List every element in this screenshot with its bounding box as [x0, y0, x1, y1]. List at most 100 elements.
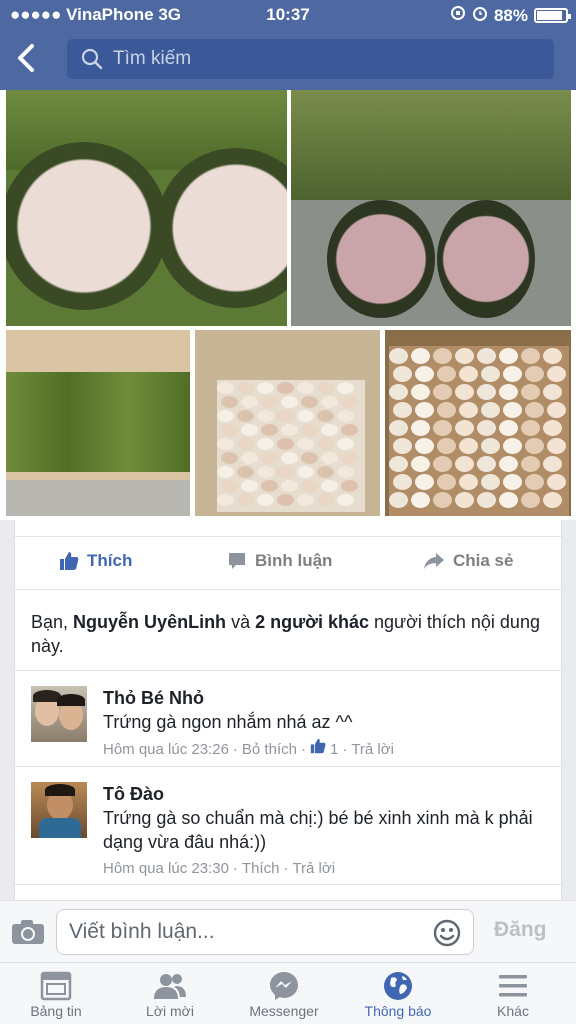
egg-shape [547, 402, 566, 418]
comment-author[interactable]: Tô Đào [103, 782, 543, 806]
egg-shape [257, 494, 274, 506]
battery-icon [534, 8, 571, 23]
like-button[interactable]: Thích [59, 551, 132, 571]
egg-shape [337, 494, 354, 506]
egg-shape [257, 438, 274, 450]
egg-shape [499, 456, 518, 472]
reply-button[interactable]: Trả lời [292, 858, 335, 880]
sticker-button[interactable] [433, 919, 461, 953]
search-input[interactable]: Tìm kiếm [67, 39, 554, 79]
egg-shape [437, 402, 456, 418]
egg-shape [241, 480, 258, 492]
egg-shape [525, 438, 544, 454]
egg-shape [521, 492, 540, 508]
thumbs-up-icon [60, 552, 79, 570]
egg-shape [321, 424, 338, 436]
comment-author[interactable]: Thỏ Bé Nhỏ [103, 686, 543, 710]
back-button[interactable] [14, 40, 54, 76]
tab-news-feed[interactable]: Bảng tin [1, 969, 111, 1019]
egg-shape [543, 348, 562, 364]
camera-button[interactable] [10, 918, 46, 951]
egg-shape [481, 474, 500, 490]
avatar[interactable] [31, 782, 87, 838]
tab-friend-requests[interactable]: Lời mời [115, 969, 225, 1019]
egg-shape [301, 424, 318, 436]
egg-shape [241, 424, 258, 436]
tab-notifications[interactable]: Thông báo [343, 969, 453, 1019]
egg-shape [389, 384, 408, 400]
comment-input[interactable]: Viết bình luận... [56, 909, 474, 955]
egg-shape [217, 410, 234, 422]
egg-shape [459, 366, 478, 382]
egg-shape [477, 384, 496, 400]
egg-shape [281, 396, 298, 408]
egg-shape [221, 480, 238, 492]
divider [15, 766, 561, 767]
share-button[interactable]: Chia sẻ [423, 551, 513, 571]
egg-shape [389, 492, 408, 508]
egg-shape [389, 420, 408, 436]
avatar[interactable] [31, 686, 87, 742]
reply-button[interactable]: Trả lời [351, 739, 394, 761]
liker-name[interactable]: Nguyễn UyênLinh [73, 612, 226, 632]
others-link[interactable]: 2 người khác [255, 612, 369, 632]
egg-shape [547, 366, 566, 382]
egg-shape [477, 348, 496, 364]
unlike-button[interactable]: Bỏ thích [242, 739, 297, 761]
egg-shape [433, 384, 452, 400]
egg-shape [499, 420, 518, 436]
likes-summary[interactable]: Bạn, Nguyễn UyênLinh và 2 người khác ngư… [31, 610, 551, 658]
comment-meta: Hôm qua lúc 23:30 · Thích · Trả lời [103, 858, 543, 880]
photo-3[interactable] [6, 330, 190, 516]
egg-shape [415, 474, 434, 490]
tab-label: Bảng tin [30, 1003, 82, 1019]
chevron-left-icon [18, 44, 34, 72]
egg-shape [503, 438, 522, 454]
egg-shape [317, 466, 334, 478]
photo-5[interactable] [385, 330, 571, 516]
tab-messenger[interactable]: Messenger [229, 969, 339, 1019]
photo-4[interactable] [195, 330, 380, 516]
egg-shape [433, 456, 452, 472]
egg-shape [261, 396, 278, 408]
egg-shape [301, 396, 318, 408]
like-comment-button[interactable]: Thích [242, 858, 280, 880]
tab-label: Lời mời [146, 1003, 194, 1019]
search-placeholder: Tìm kiếm [113, 48, 192, 69]
egg-shape [547, 474, 566, 490]
egg-shape [411, 456, 430, 472]
egg-shape [317, 438, 334, 450]
egg-shape [525, 474, 544, 490]
egg-shape [411, 384, 430, 400]
egg-shape [301, 480, 318, 492]
comment-time: Hôm qua lúc 23:26 [103, 740, 229, 758]
tab-more[interactable]: Khác [458, 969, 568, 1019]
egg-shape [221, 452, 238, 464]
post-button[interactable]: Đăng [494, 918, 547, 942]
comment-time: Hôm qua lúc 23:30 [103, 860, 229, 877]
egg-shape [525, 366, 544, 382]
egg-shape [503, 366, 522, 382]
photo-1[interactable] [6, 90, 287, 326]
egg-shape [455, 384, 474, 400]
egg-shape [459, 474, 478, 490]
alarm-icon [472, 5, 488, 26]
share-label: Chia sẻ [453, 551, 514, 570]
egg-shape [433, 348, 452, 364]
egg-shape [481, 438, 500, 454]
egg-shape [217, 438, 234, 450]
egg-shape [415, 438, 434, 454]
egg-shape [337, 466, 354, 478]
egg-shape [341, 396, 358, 408]
egg-shape [297, 494, 314, 506]
photo-2[interactable] [291, 90, 571, 326]
egg-shape [389, 456, 408, 472]
comment-meta: Hôm qua lúc 23:26 · Bỏ thích · 1 · Trả l… [103, 738, 543, 761]
egg-shape [393, 402, 412, 418]
egg-shape [337, 438, 354, 450]
egg-shape [217, 494, 234, 506]
egg-shape [525, 402, 544, 418]
egg-shape [433, 420, 452, 436]
egg-shape [521, 456, 540, 472]
comment-button[interactable]: Bình luận [227, 551, 332, 571]
